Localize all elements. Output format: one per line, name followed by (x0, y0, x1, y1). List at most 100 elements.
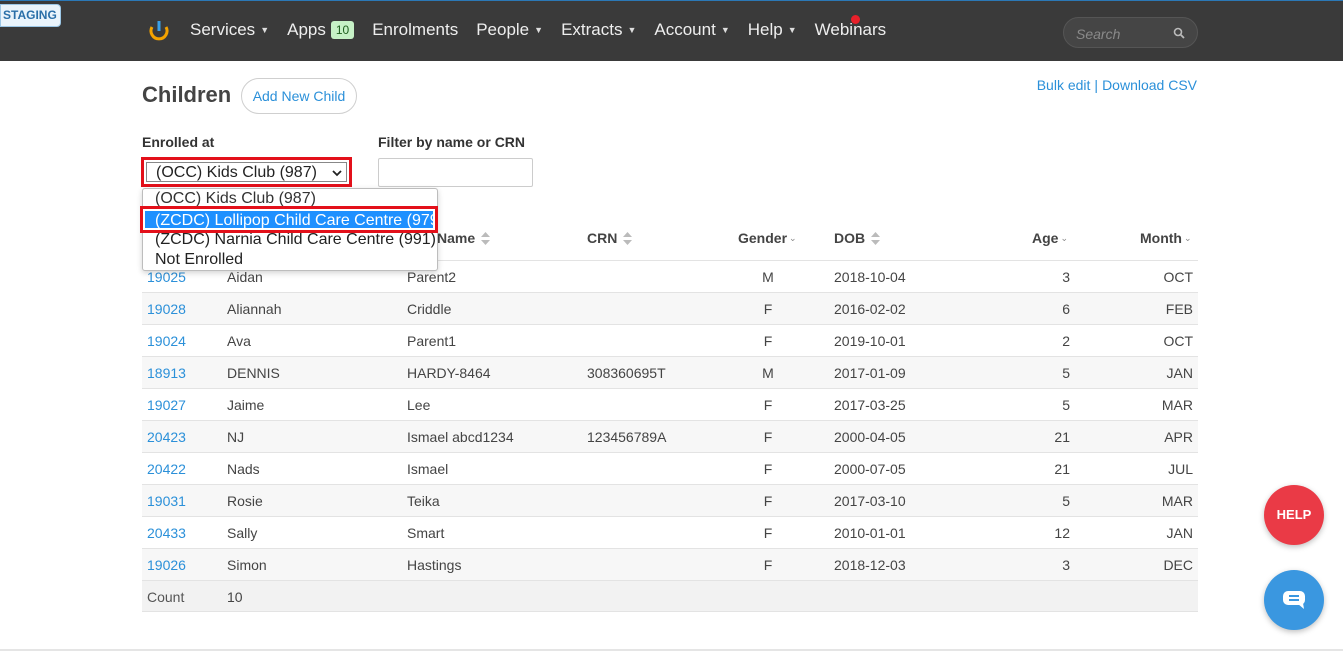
child-month: JAN (1166, 365, 1193, 381)
column-header-age[interactable]: Age ⌄ (1032, 230, 1068, 246)
chat-button[interactable] (1264, 570, 1324, 630)
child-last-name: HARDY-8464 (407, 365, 491, 381)
sort-icon (871, 231, 881, 245)
search-box (1063, 17, 1198, 48)
child-dob: 2000-07-05 (834, 461, 906, 477)
chevron-down-icon: ▼ (627, 25, 637, 35)
child-dob: 2018-12-03 (834, 557, 906, 573)
nav-help-label: Help (747, 20, 783, 39)
child-gender: F (763, 525, 773, 541)
table-row: 19027 Jaime Lee F 2017-03-25 5 MAR (142, 388, 1198, 420)
child-month: JUL (1168, 461, 1193, 477)
nav-services[interactable]: Services ▼ (190, 20, 269, 40)
table-row: 18913 DENNIS HARDY-8464 308360695T M 2017-01-… (142, 356, 1198, 388)
nav-apps[interactable]: Apps 10 (287, 20, 355, 40)
child-last-name: Parent1 (407, 333, 457, 349)
child-month: MAR (1161, 493, 1193, 509)
children-table: 19025 Aidan Parent2 M 2018-10-04 3 OCT 19028 Ali… (142, 260, 1198, 612)
child-last-name: Ismael (407, 461, 449, 477)
chevron-down-icon: ⌄ (789, 232, 797, 243)
dropdown-option[interactable]: Not Enrolled (155, 251, 243, 269)
count-value: 10 (227, 589, 243, 605)
link-separator: | (1094, 77, 1099, 93)
child-first-name: Rosie (227, 493, 263, 509)
count-label: Count (147, 589, 185, 605)
nav-help[interactable]: Help ▼ (748, 20, 797, 40)
column-header-label: DOB (834, 230, 866, 246)
child-month: OCT (1163, 333, 1193, 349)
child-dob: 2017-01-09 (834, 365, 906, 381)
child-dob: 2019-10-01 (834, 333, 906, 349)
nav-enrolments[interactable]: Enrolments (372, 20, 458, 40)
child-age: 3 (1062, 269, 1070, 285)
main-nav: Services ▼ Apps 10 Enrolments People ▼ E… (190, 20, 904, 40)
child-id-link[interactable]: 19027 (147, 397, 186, 413)
child-age: 5 (1062, 397, 1070, 413)
child-first-name: Jaime (227, 397, 265, 413)
child-id-link[interactable]: 18913 (147, 365, 186, 381)
add-new-child-button[interactable]: Add New Child (241, 78, 357, 114)
column-header-label: Age (1032, 230, 1059, 246)
column-header-month[interactable]: Month ⌄ (1140, 230, 1192, 246)
chevron-down-icon: ⌄ (1060, 232, 1068, 243)
child-last-name: Lee (407, 397, 431, 413)
help-button[interactable]: HELP (1264, 485, 1324, 545)
child-first-name: NJ (227, 429, 245, 445)
column-header-gender[interactable]: Gender ⌄ (738, 230, 797, 246)
child-month: DEC (1163, 557, 1193, 573)
top-navbar: STAGING Services ▼ Apps 10 Enrolments Pe… (0, 0, 1343, 61)
child-id-link[interactable]: 20422 (147, 461, 186, 477)
chat-icon (1283, 591, 1305, 609)
nav-webinars[interactable]: Webinars (815, 20, 887, 40)
child-gender: M (762, 269, 774, 285)
nav-account[interactable]: Account ▼ (654, 20, 729, 40)
child-last-name: Teika (407, 493, 440, 509)
child-gender: F (763, 493, 773, 509)
column-header-label: Gender (738, 230, 788, 246)
child-dob: 2018-10-04 (834, 269, 906, 285)
child-id-link[interactable]: 20433 (147, 525, 186, 541)
chevron-down-icon: ▼ (720, 25, 730, 35)
column-header-dob[interactable]: DOB (834, 230, 881, 246)
table-count-row: Count 10 (142, 580, 1198, 612)
column-header-last-name[interactable]: Name (437, 230, 491, 246)
enrolled-at-select-box[interactable]: (OCC) Kids Club (987) (146, 162, 347, 182)
dropdown-option[interactable]: (ZCDC) Narnia Child Care Centre (991) (155, 231, 436, 249)
chevron-down-icon: ▼ (260, 25, 270, 35)
enrolled-at-label: Enrolled at (142, 134, 215, 150)
search-icon[interactable] (1173, 27, 1185, 39)
enrolled-at-select[interactable]: (OCC) Kids Club (987) (141, 157, 352, 187)
nav-people[interactable]: People ▼ (476, 20, 543, 40)
table-row: 20422 Nads Ismael F 2000-07-05 21 JUL (142, 452, 1198, 484)
child-id-link[interactable]: 19024 (147, 333, 186, 349)
child-id-link[interactable]: 19026 (147, 557, 186, 573)
search-input[interactable] (1074, 24, 1173, 44)
apps-count-badge: 10 (330, 21, 355, 39)
nav-extracts[interactable]: Extracts ▼ (561, 20, 636, 40)
child-id-link[interactable]: 19031 (147, 493, 186, 509)
child-gender: F (763, 397, 773, 413)
bulk-edit-link[interactable]: Bulk edit (1037, 77, 1091, 93)
child-age: 21 (1054, 429, 1070, 445)
filter-name-input[interactable] (378, 158, 533, 187)
table-row: 20433 Sally Smart F 2010-01-01 12 JAN (142, 516, 1198, 548)
child-last-name: Smart (407, 525, 445, 541)
table-row: 19026 Simon Hastings F 2018-12-03 3 DEC (142, 548, 1198, 580)
child-first-name: Ava (227, 333, 251, 349)
child-age: 2 (1062, 333, 1070, 349)
child-id-link[interactable]: 20423 (147, 429, 186, 445)
dropdown-option-highlighted[interactable]: (ZCDC) Lollipop Child Care Centre (979) (140, 206, 438, 233)
chevron-down-icon: ▼ (787, 25, 797, 35)
child-id-link[interactable]: 19025 (147, 269, 186, 285)
child-last-name: Parent2 (407, 269, 457, 285)
child-gender: M (762, 365, 774, 381)
child-age: 21 (1054, 461, 1070, 477)
child-id-link[interactable]: 19028 (147, 301, 186, 317)
download-csv-link[interactable]: Download CSV (1102, 77, 1197, 93)
app-logo-icon[interactable] (148, 19, 170, 43)
child-month: JAN (1166, 525, 1193, 541)
column-header-crn[interactable]: CRN (587, 230, 633, 246)
filter-name-label: Filter by name or CRN (378, 134, 526, 150)
child-dob: 2017-03-25 (834, 397, 906, 413)
chevron-down-icon: ⌄ (1183, 232, 1192, 243)
